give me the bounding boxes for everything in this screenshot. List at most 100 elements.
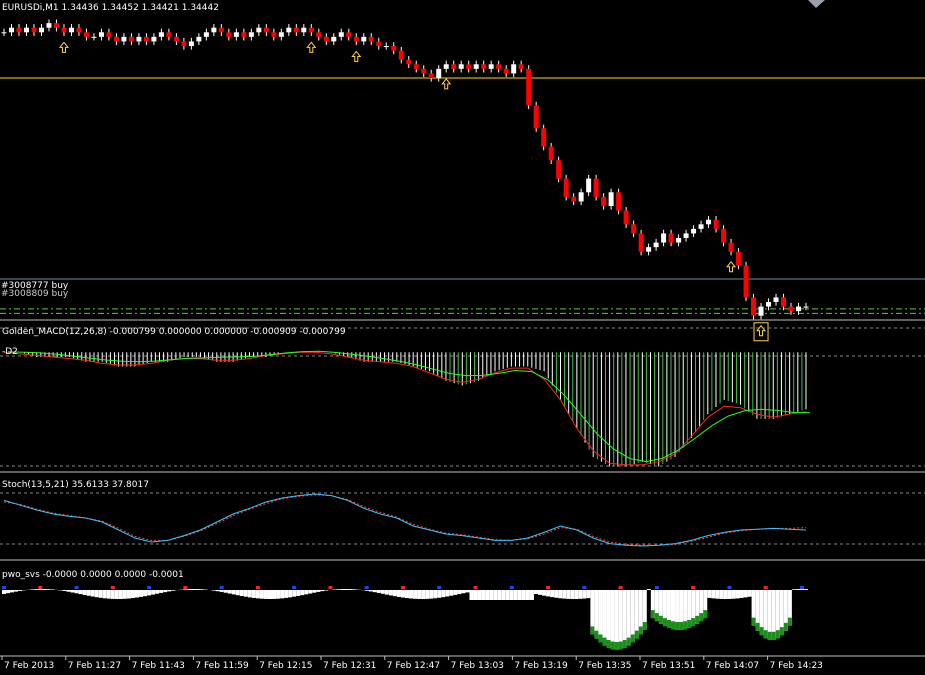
candle-body [136,36,142,42]
candle-body [713,219,719,229]
candle-body [481,64,487,69]
pwo-pane[interactable]: pwo_svs -0.0000 0.0000 0.0000 -0.0001 [2,570,808,650]
pwo-bar-marker [74,586,79,589]
pwo-bar-green [683,621,688,630]
time-label: 7 Feb 11:27 [68,661,121,671]
price-pane[interactable]: EURUSDi,M1 1.34436 1.34452 1.34421 1.344… [0,0,925,342]
pwo-bar-marker [147,586,152,589]
pwo-bar-green [775,630,780,639]
candle-body [38,27,44,33]
candle-body [496,64,502,69]
candle-body [256,27,262,33]
time-label: 7 Feb 11:59 [195,661,249,671]
time-label: 7 Feb 13:35 [578,661,631,671]
pwo-bar-green [606,640,611,649]
pwo-bar-marker [110,586,115,589]
time-label: 7 Feb 12:15 [259,661,312,671]
up-arrow-shape [441,78,452,90]
candle-body [121,36,127,42]
pwo-bar-green [675,621,680,630]
macd-main-line [3,351,807,466]
up-arrow-shape [351,50,362,62]
up-arrow-icon [726,260,737,273]
macd-title: Golden_MACD(12,26,8) -0.000799 0.000000 … [2,327,346,337]
pwo-bar-marker [763,586,768,589]
candle-body [443,64,449,69]
pwo-bar-marker [400,586,405,589]
candle-body [646,247,652,252]
up-arrow-icon [441,78,452,90]
pwo-bar-green [602,637,607,646]
candle-body [331,36,337,42]
candles [1,19,809,320]
candle-body [398,50,404,60]
stoch-pane[interactable]: Stoch(13,5,21) 35.6133 37.8017 [0,480,925,547]
pwo-bar-marker [364,586,369,589]
pwo-bar-green [779,627,784,636]
pwo-bar-green [610,641,615,650]
candle-body [601,196,607,206]
order-label[interactable]: #3008809 buy [1,289,68,300]
candle-body [428,73,434,78]
candle-body [128,36,134,42]
pwo-bar-marker [219,586,224,589]
candle-body [406,59,412,65]
scroll-marker-icon[interactable] [808,0,825,8]
candle-body [226,32,232,37]
pwo-bar-green [695,615,700,624]
candle-body [436,68,442,78]
candle-body [623,210,629,225]
pwo-bar-green [622,640,627,649]
candle-body [638,233,644,252]
up-arrow-shape [726,260,737,273]
candle-body [796,306,802,312]
buy-arrows [58,41,769,342]
candle-body [113,36,119,42]
candle-body [668,233,674,243]
time-label: 7 Feb 2013 [4,661,54,671]
candle-body [743,265,749,298]
pwo-bar-green [699,613,704,622]
pwo-bar-marker [691,586,696,589]
pwo-bar-green [618,641,623,650]
pwo-bar-marker [292,586,297,589]
pwo-bar-green [654,613,659,622]
macd-subtitle: -D2 [2,347,18,357]
candle-body [391,46,397,51]
candle-body [608,192,614,206]
up-arrow-shape [306,41,317,53]
stoch-main-line [3,493,807,547]
pwo-bar-green [771,631,776,640]
candle-body [181,41,187,46]
candle-body [323,36,329,42]
up-arrow-icon [58,41,70,53]
macd-pane[interactable]: Golden_MACD(12,26,8) -0.000799 0.000000 … [0,327,925,467]
candle-body [31,27,37,33]
candle-body [196,36,202,42]
pwo-bar-green [763,630,768,639]
time-label: 7 Feb 12:47 [387,661,440,671]
candle-body [353,36,359,42]
candle-body [698,224,704,229]
order-lines[interactable] [0,278,925,314]
candle-body [473,64,479,69]
candle-body [293,27,299,33]
time-axis: 7 Feb 2013 7 Feb 11:27 7 Feb 11:43 7 Feb 11… [1,656,823,671]
candle-body [308,27,314,33]
pwo-bar-marker [546,586,551,589]
pwo-bar-green [755,622,760,631]
candle-body [631,224,637,234]
candle-body [46,23,52,28]
candle-body [526,68,532,106]
pwo-bar-marker [38,586,43,589]
candle-body [53,23,59,28]
trading-chart[interactable]: EURUSDi,M1 1.34436 1.34452 1.34421 1.344… [0,0,925,675]
candle-body [511,64,517,74]
pwo-bar-marker [509,586,514,589]
pwo-histogram [2,586,808,650]
candle-body [233,32,239,37]
pwo-title: pwo_svs -0.0000 0.0000 0.0000 -0.0001 [2,570,184,580]
pwo-bar-green [626,637,631,646]
candle-body [563,178,569,197]
candle-body [413,64,419,69]
